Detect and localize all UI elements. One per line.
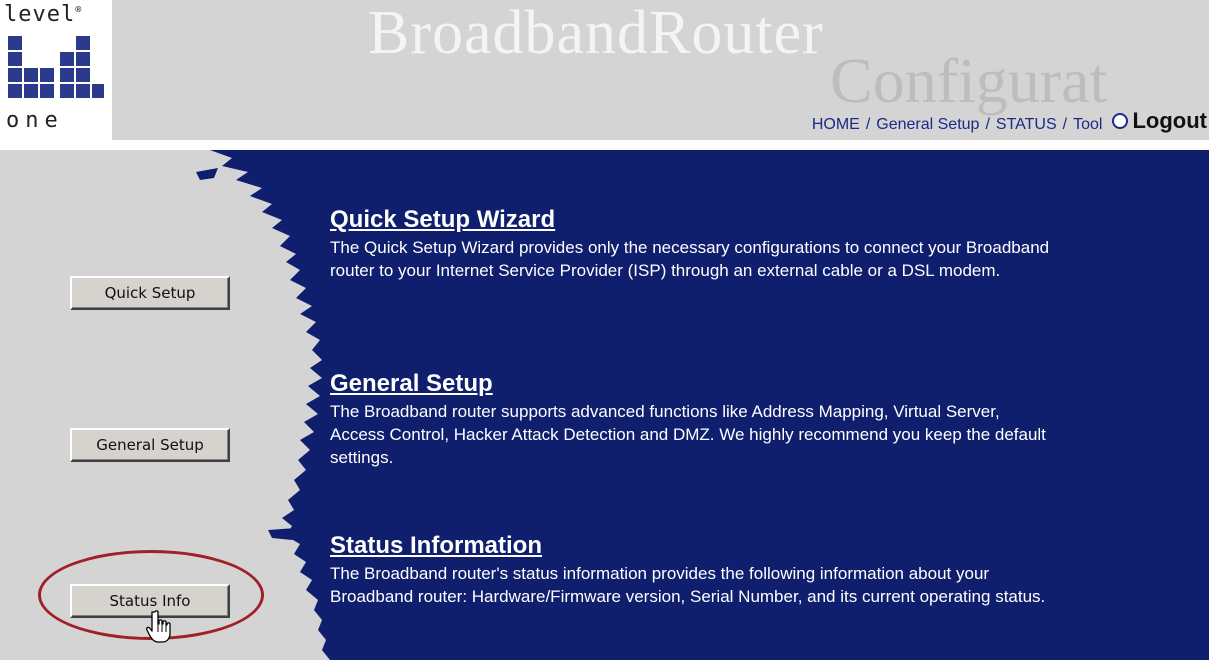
nav-general-setup-link[interactable]: General Setup: [876, 116, 979, 134]
status-information-description: The Broadband router's status informatio…: [330, 564, 1046, 606]
quick-setup-button[interactable]: Quick Setup: [70, 276, 230, 310]
hand-pointer-icon: [146, 610, 171, 643]
nav-tool-link[interactable]: Tool: [1073, 116, 1102, 134]
logo-one-text: one: [6, 108, 64, 133]
quick-setup-wizard-link[interactable]: Quick Setup Wizard: [330, 206, 555, 234]
router-config-page: level® one Configurat BroadbandRouter HO…: [0, 0, 1209, 660]
general-setup-link[interactable]: General Setup: [330, 370, 493, 398]
general-setup-description: The Broadband router supports advanced f…: [330, 402, 1046, 467]
logo-grid-icon: [8, 36, 104, 98]
levelone-logo: level® one: [0, 0, 112, 140]
general-setup-section: General Setup The Broadband router suppo…: [330, 370, 1050, 469]
nav-status-link[interactable]: STATUS: [996, 116, 1057, 134]
header: level® one Configurat BroadbandRouter HO…: [0, 0, 1209, 140]
nav-home-link[interactable]: HOME: [812, 116, 860, 134]
top-navigation: HOME / General Setup / STATUS / Tool Log…: [812, 108, 1207, 134]
logout-circle-icon: [1112, 113, 1129, 129]
quick-setup-section: Quick Setup Wizard The Quick Setup Wizar…: [330, 206, 1050, 282]
nav-separator: /: [985, 116, 990, 133]
logout-link[interactable]: Logout: [1132, 108, 1207, 134]
status-information-section: Status Information The Broadband router'…: [330, 532, 1050, 608]
nav-separator: /: [1062, 116, 1068, 133]
logo-trademark: ®: [75, 4, 83, 16]
nav-separator: /: [865, 116, 871, 133]
header-ghost-title: Configurat: [830, 45, 1108, 116]
main-content: Quick Setup General Setup Status Info Qu…: [0, 150, 1209, 660]
general-setup-button[interactable]: General Setup: [70, 428, 230, 462]
logo-level-text: level: [4, 2, 76, 27]
quick-setup-description: The Quick Setup Wizard provides only the…: [330, 238, 1050, 280]
header-title: BroadbandRouter: [368, 0, 824, 67]
logout-link-wrap[interactable]: Logout: [1112, 108, 1207, 134]
status-information-link[interactable]: Status Information: [330, 532, 542, 560]
